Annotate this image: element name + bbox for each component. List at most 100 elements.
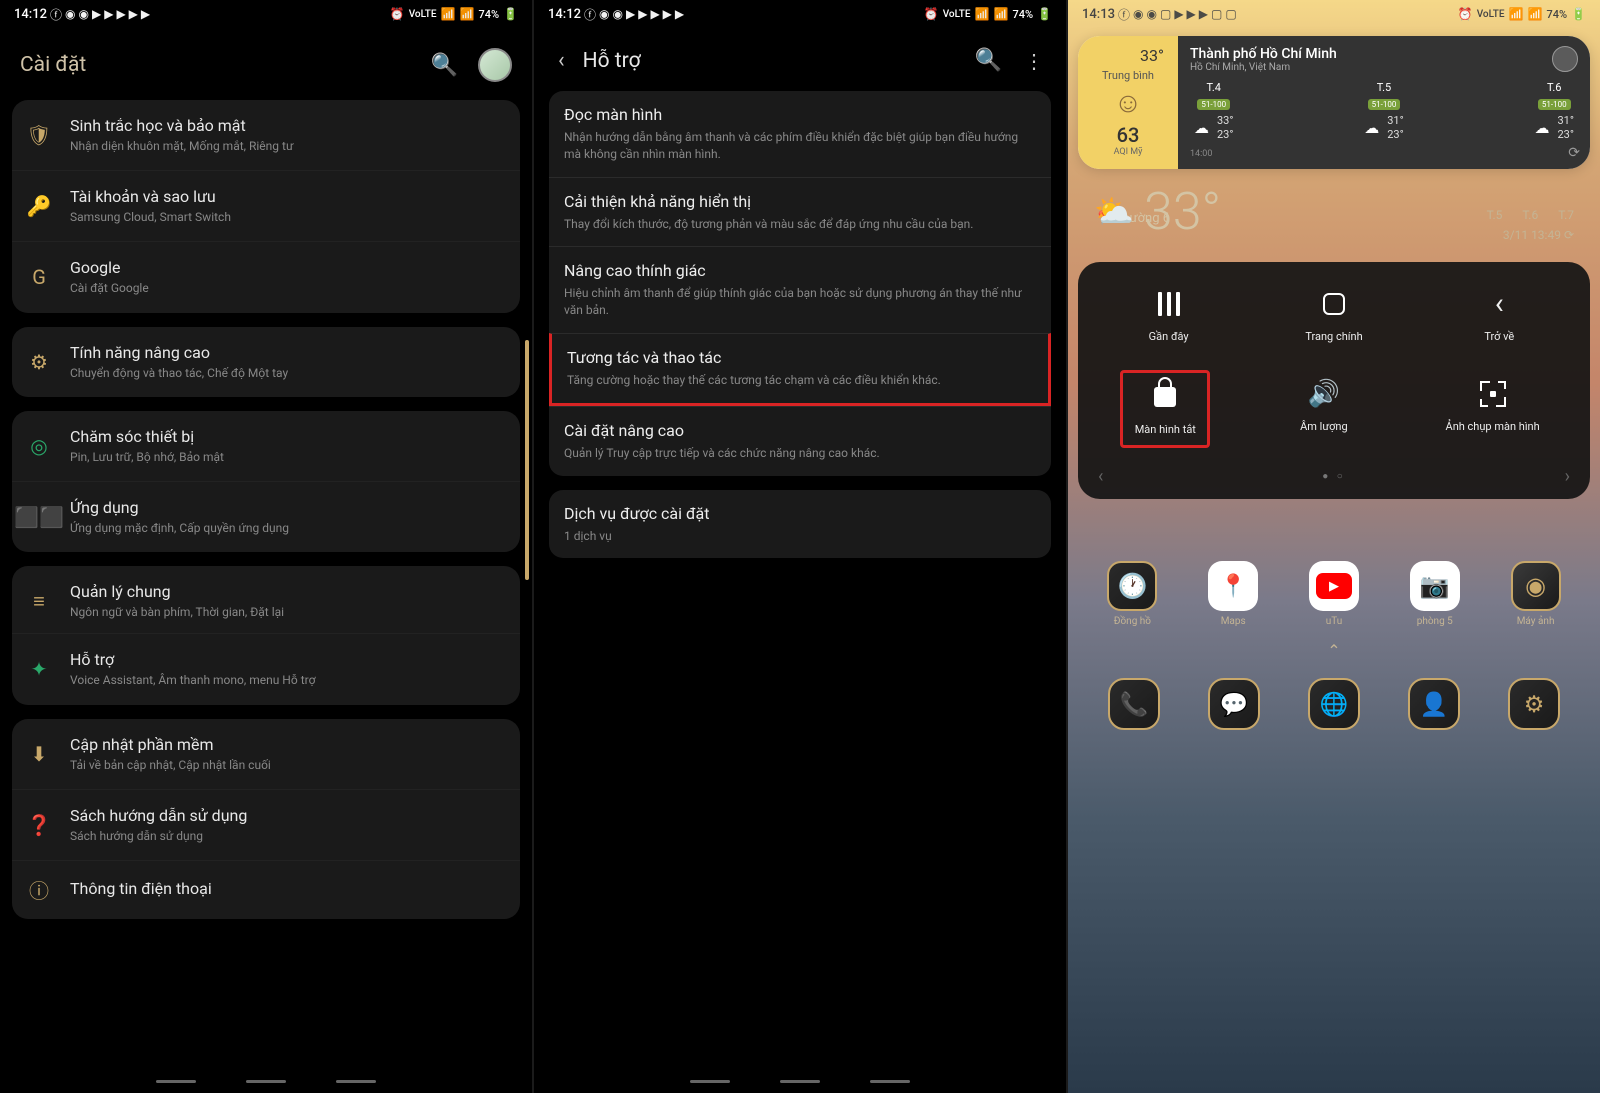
search-icon[interactable]: 🔍: [969, 48, 1008, 73]
battery-level: 74%: [1546, 8, 1567, 21]
accessibility-list[interactable]: Đọc màn hìnhNhận hướng dẫn bằng âm thanh…: [534, 91, 1066, 1074]
alarm-icon: ⏰: [924, 7, 939, 21]
page-title: Cài đặt: [20, 53, 411, 77]
app-camera[interactable]: ◉Máy ảnh: [1505, 561, 1567, 627]
app-label: phòng 5: [1404, 616, 1466, 627]
settings-item[interactable]: 🔑 Tài khoản và sao lưu Samsung Cloud, Sm…: [12, 170, 520, 241]
accessibility-item[interactable]: Nâng cao thính giácHiệu chỉnh âm thanh đ…: [549, 246, 1051, 333]
refresh-icon[interactable]: ⟳: [1568, 145, 1580, 161]
item-icon: 🔑: [26, 193, 52, 219]
settings-header: Cài đặt 🔍: [0, 28, 532, 100]
settings-item[interactable]: ⓘ Thông tin điện thoại: [12, 860, 520, 919]
profile-avatar[interactable]: [478, 48, 512, 82]
messages-icon[interactable]: 💬: [1208, 678, 1260, 730]
item-desc: Hiệu chỉnh âm thanh để giúp thính giác c…: [564, 285, 1036, 319]
settings-item[interactable]: ◎ Chăm sóc thiết bị Pin, Lưu trữ, Bộ nhớ…: [12, 411, 520, 481]
item-icon: 🛡: [26, 122, 52, 148]
app-camera5[interactable]: 📷 phòng 5: [1404, 561, 1466, 627]
item-desc: Nhận hướng dẫn bằng âm thanh và các phím…: [564, 129, 1036, 163]
accessibility-item[interactable]: Cài đặt nâng caoQuản lý Truy cập trực ti…: [549, 406, 1051, 476]
accessibility-item[interactable]: Đọc màn hìnhNhận hướng dẫn bằng âm thanh…: [549, 91, 1051, 177]
home-icon: [1297, 288, 1371, 320]
item-title: Tương tác và thao tác: [567, 348, 1033, 367]
item-desc: Ngôn ngữ và bàn phím, Thời gian, Đặt lại: [70, 604, 506, 620]
yt-icon: ▶: [1187, 7, 1196, 21]
lte-label: VoLTE: [409, 9, 437, 20]
settings-item[interactable]: ⬛⬛ Ứng dụng Ứng dụng mặc định, Cấp quyền…: [12, 481, 520, 552]
aqi-label: AQI Mỹ: [1084, 147, 1172, 157]
home-weather-widget[interactable]: 📍Phường 6 ⛅33° T.5T.6T.7 3/11 13:49 ⟳: [1068, 177, 1600, 248]
settings-item[interactable]: ≡ Quản lý chung Ngôn ngữ và bàn phím, Th…: [12, 566, 520, 636]
weather-icon: ☁: [1535, 119, 1550, 137]
yt-icon: ▶: [129, 7, 138, 21]
weather-widget[interactable]: 33° Trung bình ☺ 63 AQI Mỹ Thành phố Hồ …: [1078, 36, 1590, 169]
settings-icon[interactable]: ⚙: [1508, 678, 1560, 730]
item-desc: Samsung Cloud, Smart Switch: [70, 209, 506, 225]
page-title: Hỗ trợ: [583, 49, 955, 73]
accessibility-item[interactable]: Cải thiện khả năng hiển thịThay đổi kích…: [549, 177, 1051, 247]
settings-list[interactable]: 🛡 Sinh trắc học và bảo mật Nhận diện khu…: [0, 100, 532, 1074]
item-text: Sách hướng dẫn sử dụng Sách hướng dẫn sử…: [70, 806, 506, 844]
menu-screen-off[interactable]: Màn hình tắt: [1120, 370, 1210, 448]
prev-icon[interactable]: ‹: [1098, 466, 1103, 487]
yt-icon: ▶: [1199, 7, 1208, 21]
item-icon: ◎: [26, 433, 52, 459]
accessibility-item[interactable]: Dịch vụ được cài đặt1 dịch vụ: [549, 490, 1051, 559]
item-desc: Ứng dụng mặc định, Cấp quyền ứng dụng: [70, 520, 506, 536]
more-icon[interactable]: ⋮: [1022, 49, 1046, 73]
item-text: Thông tin điện thoại: [70, 879, 506, 901]
menu-label: Ảnh chụp màn hình: [1446, 420, 1540, 434]
refresh-icon[interactable]: ⟳: [1564, 228, 1574, 242]
accessibility-item[interactable]: Tương tác và thao tácTăng cường hoặc tha…: [549, 333, 1051, 406]
menu-volume[interactable]: 🔊 Âm lượng: [1279, 370, 1369, 448]
app-icon: ▢: [1160, 7, 1171, 21]
menu-screenshot[interactable]: Ảnh chụp màn hình: [1438, 370, 1548, 448]
app-label: Maps: [1202, 616, 1264, 627]
item-text: Google Cài đặt Google: [70, 258, 506, 296]
app-label: Đồng hồ: [1101, 616, 1163, 627]
item-title: Cập nhật phần mềm: [70, 735, 506, 754]
settings-item[interactable]: 🛡 Sinh trắc học và bảo mật Nhận diện khu…: [12, 100, 520, 170]
settings-group: ⬇ Cập nhật phần mềm Tải về bản cập nhật,…: [12, 719, 520, 919]
phone-icon[interactable]: 📞: [1108, 678, 1160, 730]
app-dock: 🕐Đồng hồ 📍Maps ▶uTu 📷 phòng 5 ◉Máy ảnh: [1068, 553, 1600, 635]
settings-item[interactable]: ⬇ Cập nhật phần mềm Tải về bản cập nhật,…: [12, 719, 520, 789]
signal-icon: 📶: [1509, 7, 1524, 21]
app-clock[interactable]: 🕐Đồng hồ: [1101, 561, 1163, 627]
city-name: Thành phố Hồ Chí Minh: [1190, 46, 1337, 62]
next-icon[interactable]: ›: [1565, 466, 1570, 487]
aqi-value: 63: [1084, 123, 1172, 147]
settings-item[interactable]: ✦ Hỗ trợ Voice Assistant, Âm thanh mono,…: [12, 633, 520, 704]
assistant-menu[interactable]: Gần đây Trang chính ‹ Trở về Màn hình tắ…: [1078, 262, 1590, 500]
contacts-icon[interactable]: 👤: [1408, 678, 1460, 730]
item-icon: G: [26, 264, 52, 290]
app-youtube[interactable]: ▶uTu: [1303, 561, 1365, 627]
battery-icon: 🔋: [1571, 7, 1586, 21]
settings-item[interactable]: ❓ Sách hướng dẫn sử dụng Sách hướng dẫn …: [12, 789, 520, 860]
browser-icon[interactable]: 🌐: [1308, 678, 1360, 730]
menu-back[interactable]: ‹ Trở về: [1454, 280, 1544, 352]
lte-label: VoLTE: [943, 9, 971, 20]
item-title: Tài khoản và sao lưu: [70, 187, 506, 206]
settings-item[interactable]: ⚙ Tính năng nâng cao Chuyển động và thao…: [12, 327, 520, 397]
item-title: Dịch vụ được cài đặt: [564, 504, 1036, 523]
status-bar: 14:13 ⓕ◉◉▢▶▶▶▢▢ ⏰VoLTE📶📶74%🔋: [1068, 0, 1600, 28]
fb-icon: ⓕ: [1118, 6, 1130, 23]
item-desc: Pin, Lưu trữ, Bộ nhớ, Bảo mật: [70, 449, 506, 465]
menu-label: Âm lượng: [1287, 420, 1361, 434]
menu-home[interactable]: Trang chính: [1289, 280, 1379, 352]
forecast-day: T.651-100 ☁31°23°: [1535, 81, 1574, 143]
weather-temp: 33°: [1084, 46, 1172, 65]
yt-icon: ▶: [141, 7, 150, 21]
back-icon[interactable]: ‹: [554, 48, 569, 73]
scroll-indicator[interactable]: [525, 340, 529, 580]
app-maps[interactable]: 📍Maps: [1202, 561, 1264, 627]
menu-label: Trang chính: [1297, 330, 1371, 344]
home-indicator-icon[interactable]: ⌃: [1068, 641, 1600, 660]
menu-recent[interactable]: Gần đây: [1124, 280, 1214, 352]
camera-icon: 📷: [1410, 561, 1460, 611]
settings-item[interactable]: G Google Cài đặt Google: [12, 241, 520, 312]
item-title: Cải thiện khả năng hiển thị: [564, 192, 1036, 211]
yt-icon: ▶: [116, 7, 125, 21]
search-icon[interactable]: 🔍: [425, 53, 464, 78]
